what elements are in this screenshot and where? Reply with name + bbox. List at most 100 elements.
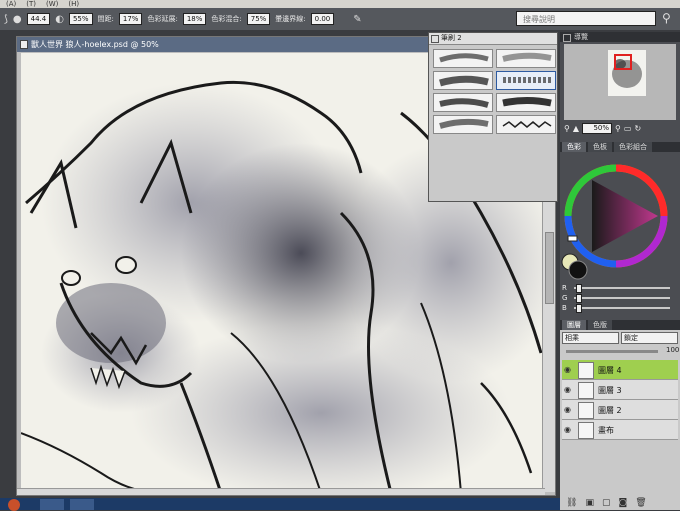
layer-thumbnail [578, 402, 594, 419]
menu-item[interactable]: (H) [68, 0, 79, 8]
collapse-icon[interactable] [563, 34, 571, 42]
brush-shape-icon[interactable]: ● [13, 14, 22, 25]
navigator-preview[interactable] [564, 44, 676, 120]
search-input[interactable]: 搜尋說明 [516, 11, 656, 26]
navigator-header[interactable]: 導覽 [560, 32, 680, 42]
canvas-title: 獸人世界 狼人-hoelex.psd @ 50% [31, 40, 159, 49]
slider-track [574, 297, 670, 299]
spacing-field[interactable]: 17% [118, 13, 143, 25]
zoom-out-icon[interactable]: ⚲ [564, 124, 570, 133]
brush-tool-icon[interactable]: ⟆ [4, 14, 8, 25]
navigator-title: 導覽 [574, 33, 588, 41]
layer-name: 圖層 2 [598, 406, 622, 415]
eye-icon[interactable]: ◉ [564, 365, 571, 374]
rotate-icon[interactable]: ↻ [634, 124, 641, 133]
tab-color-sets[interactable]: 色彩組合 [614, 142, 652, 152]
mask-icon[interactable]: ◙ [618, 498, 627, 510]
collapse-icon[interactable] [431, 35, 439, 43]
red-label: R [562, 284, 567, 292]
brush-preset[interactable] [496, 49, 556, 68]
color-wheel[interactable] [560, 154, 680, 284]
brush-stroke-icon [439, 53, 489, 63]
hue-marker[interactable] [567, 235, 578, 242]
brush-size-field[interactable]: 44.4 [26, 13, 51, 25]
horizontal-scrollbar[interactable] [17, 488, 545, 495]
new-layer-icon[interactable]: ▣ [585, 498, 594, 510]
link-icon[interactable]: ⛓ [566, 498, 577, 510]
layer-thumbnail [578, 382, 594, 399]
blue-slider[interactable]: B [562, 304, 676, 313]
fit-icon[interactable]: ▭ [624, 124, 632, 133]
opacity-field[interactable]: 55% [68, 13, 93, 25]
menu-item[interactable]: (W) [46, 0, 58, 8]
layer-row[interactable]: ◉ 圖層 3 [562, 380, 678, 400]
eye-icon[interactable]: ◉ [564, 405, 571, 414]
layer-thumbnail [578, 422, 594, 439]
slider-knob[interactable] [576, 304, 582, 313]
new-group-icon[interactable]: ▢ [602, 498, 611, 510]
menu-item[interactable]: (A) [6, 0, 16, 8]
tab-swatches[interactable]: 色板 [588, 142, 612, 152]
brush-preset[interactable] [496, 115, 556, 134]
brush-preset[interactable] [433, 71, 493, 90]
layer-toolbar: ⛓ ▣ ▢ ◙ 🗑 [562, 498, 680, 510]
color-mix-field[interactable]: 75% [246, 13, 271, 25]
color-extend-field[interactable]: 18% [182, 13, 207, 25]
search-icon[interactable]: ⚲ [662, 11, 671, 25]
brush-preset-selected[interactable] [496, 71, 556, 90]
color-mix-label: 色彩混合: [211, 15, 242, 23]
red-slider[interactable]: R [562, 284, 676, 293]
brush-stroke-icon[interactable]: ✎ [353, 14, 361, 25]
menubar: (A) (T) (W) (H) [0, 0, 680, 8]
brush-preset[interactable] [433, 115, 493, 134]
zoom-field[interactable]: 50% [582, 122, 613, 134]
tab-color[interactable]: 色彩 [562, 142, 586, 152]
layer-thumbnail [578, 362, 594, 379]
taskbar-app[interactable] [40, 499, 64, 510]
opacity-icon: ◐ [55, 13, 64, 25]
layer-name: 畫布 [598, 426, 614, 435]
eye-icon[interactable]: ◉ [564, 385, 571, 394]
brush-preset[interactable] [433, 93, 493, 112]
layer-row[interactable]: ◉ 圖層 2 [562, 400, 678, 420]
lock-control[interactable]: 鎖定 [621, 332, 678, 344]
primary-color-swatch[interactable] [568, 260, 588, 280]
brush-stroke-icon [502, 97, 552, 107]
taskbar-app[interactable] [70, 499, 94, 510]
layer-name: 圖層 3 [598, 386, 622, 395]
zoom-slider-icon[interactable]: ▲ [573, 124, 579, 133]
layer-opacity-slider[interactable]: 100 [562, 346, 679, 356]
navigator-view-frame[interactable] [614, 54, 632, 70]
brush-panel-title: 筆刷 2 [441, 34, 462, 42]
brush-stroke-icon [502, 121, 552, 128]
tab-channels[interactable]: 色版 [588, 320, 612, 330]
slider-knob[interactable] [576, 284, 582, 293]
eye-icon[interactable]: ◉ [564, 425, 571, 434]
zoom-in-icon[interactable]: ⚲ [615, 124, 621, 133]
slider-knob[interactable] [576, 294, 582, 303]
blue-label: B [562, 304, 567, 312]
menu-item[interactable]: (T) [26, 0, 36, 8]
wolf-eye [61, 270, 81, 286]
brush-panel-header[interactable]: 筆刷 2 [429, 33, 557, 45]
layer-row[interactable]: ◉ 畫布 [562, 420, 678, 440]
saturation-triangle[interactable] [592, 180, 658, 252]
brush-panel: 筆刷 2 [428, 32, 558, 202]
blend-controls: 相乘 鎖定 [562, 332, 678, 344]
blend-mode-select[interactable]: 相乘 [562, 332, 619, 344]
brush-preset[interactable] [496, 93, 556, 112]
start-button[interactable] [8, 499, 20, 511]
green-slider[interactable]: G [562, 294, 676, 303]
layers-panel: 相乘 鎖定 100 ◉ 圖層 4 ◉ 圖層 3 ◉ 圖層 2 ◉ 畫布 ⛓ ▣ … [560, 330, 680, 510]
layer-row[interactable]: ◉ 圖層 4 [562, 360, 678, 380]
brush-stroke-icon [503, 77, 551, 83]
tab-layers[interactable]: 圖層 [562, 320, 586, 330]
spacing-label: 間距: [97, 15, 114, 23]
trash-icon[interactable]: 🗑 [635, 498, 646, 510]
brush-preset[interactable] [433, 49, 493, 68]
document-icon [20, 40, 28, 49]
scroll-thumb[interactable] [545, 232, 554, 304]
layers-panel-tabs: 圖層 色版 [560, 320, 680, 330]
watercolor-field[interactable]: 0.00 [310, 13, 335, 25]
brush-stroke-icon [502, 52, 552, 62]
